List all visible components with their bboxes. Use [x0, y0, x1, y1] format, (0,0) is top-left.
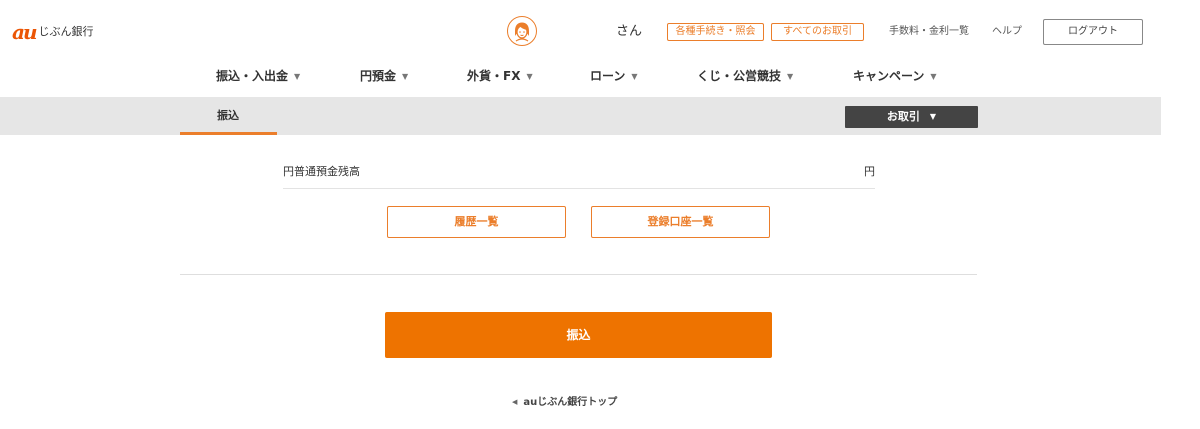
- nav-item-transfer[interactable]: 振込・入出金 ▼: [216, 68, 300, 85]
- site-header: au じぶん銀行 さん 各種手続き・照会 すべてのお取引 手数料・金利一覧 ヘル…: [0, 0, 1200, 62]
- trade-dropdown-button[interactable]: お取引 ▼: [845, 106, 978, 128]
- user-avatar-icon: [507, 16, 537, 46]
- caret-down-icon: ▼: [402, 72, 409, 81]
- section-divider: [180, 274, 977, 275]
- all-transactions-button[interactable]: すべてのお取引: [771, 23, 864, 41]
- fees-rates-link[interactable]: 手数料・金利一覧: [889, 26, 969, 38]
- nav-item-label: くじ・公営競技: [697, 69, 782, 83]
- nav-item-label: 円預金: [360, 69, 397, 83]
- logo-mark: au: [12, 20, 37, 44]
- bank-top-link[interactable]: ◀ auじぶん銀行トップ: [512, 396, 617, 409]
- nav-item-campaign[interactable]: キャンペーン ▼: [853, 68, 937, 85]
- caret-down-icon: ▼: [526, 72, 533, 81]
- nav-item-loan[interactable]: ローン ▼: [590, 68, 638, 85]
- nav-item-yen-deposit[interactable]: 円預金 ▼: [360, 68, 408, 85]
- balance-row: 円普通預金残高 円: [283, 158, 875, 189]
- history-list-button[interactable]: 履歴一覧: [387, 206, 566, 238]
- nav-item-label: ローン: [590, 69, 626, 83]
- global-nav: 振込・入出金 ▼ 円預金 ▼ 外貨・FX ▼ ローン ▼ くじ・公営競技 ▼ キャンペーン…: [0, 62, 1200, 96]
- tab-label: 振込: [217, 109, 239, 122]
- balance-label: 円普通預金残高: [283, 165, 360, 178]
- registered-accounts-button[interactable]: 登録口座一覧: [591, 206, 770, 238]
- caret-down-icon: ▼: [929, 112, 937, 121]
- logo-text: じぶん銀行: [38, 25, 94, 38]
- nav-item-label: 外貨・FX: [467, 69, 521, 83]
- nav-item-lottery[interactable]: くじ・公営競技 ▼: [697, 68, 793, 85]
- triangle-left-icon: ◀: [512, 398, 518, 406]
- caret-down-icon: ▼: [787, 72, 794, 81]
- nav-item-foreign-fx[interactable]: 外貨・FX ▼: [467, 68, 533, 85]
- help-link[interactable]: ヘルプ: [992, 26, 1022, 38]
- sub-nav: 振込 お取引 ▼: [0, 97, 1161, 135]
- bank-logo[interactable]: au じぶん銀行: [12, 22, 94, 42]
- nav-item-label: 振込・入出金: [216, 69, 289, 83]
- caret-down-icon: ▼: [631, 72, 638, 81]
- trade-button-label: お取引: [886, 110, 920, 123]
- caret-down-icon: ▼: [294, 72, 301, 81]
- tab-transfer[interactable]: 振込: [180, 97, 277, 135]
- user-name: さん: [616, 24, 643, 39]
- procedures-button[interactable]: 各種手続き・照会: [667, 23, 764, 41]
- nav-item-label: キャンペーン: [853, 69, 925, 83]
- balance-unit: 円: [864, 165, 875, 178]
- bank-top-link-label: auじぶん銀行トップ: [523, 397, 618, 408]
- transfer-button[interactable]: 振込: [385, 312, 772, 358]
- caret-down-icon: ▼: [930, 72, 937, 81]
- logout-button[interactable]: ログアウト: [1043, 19, 1143, 45]
